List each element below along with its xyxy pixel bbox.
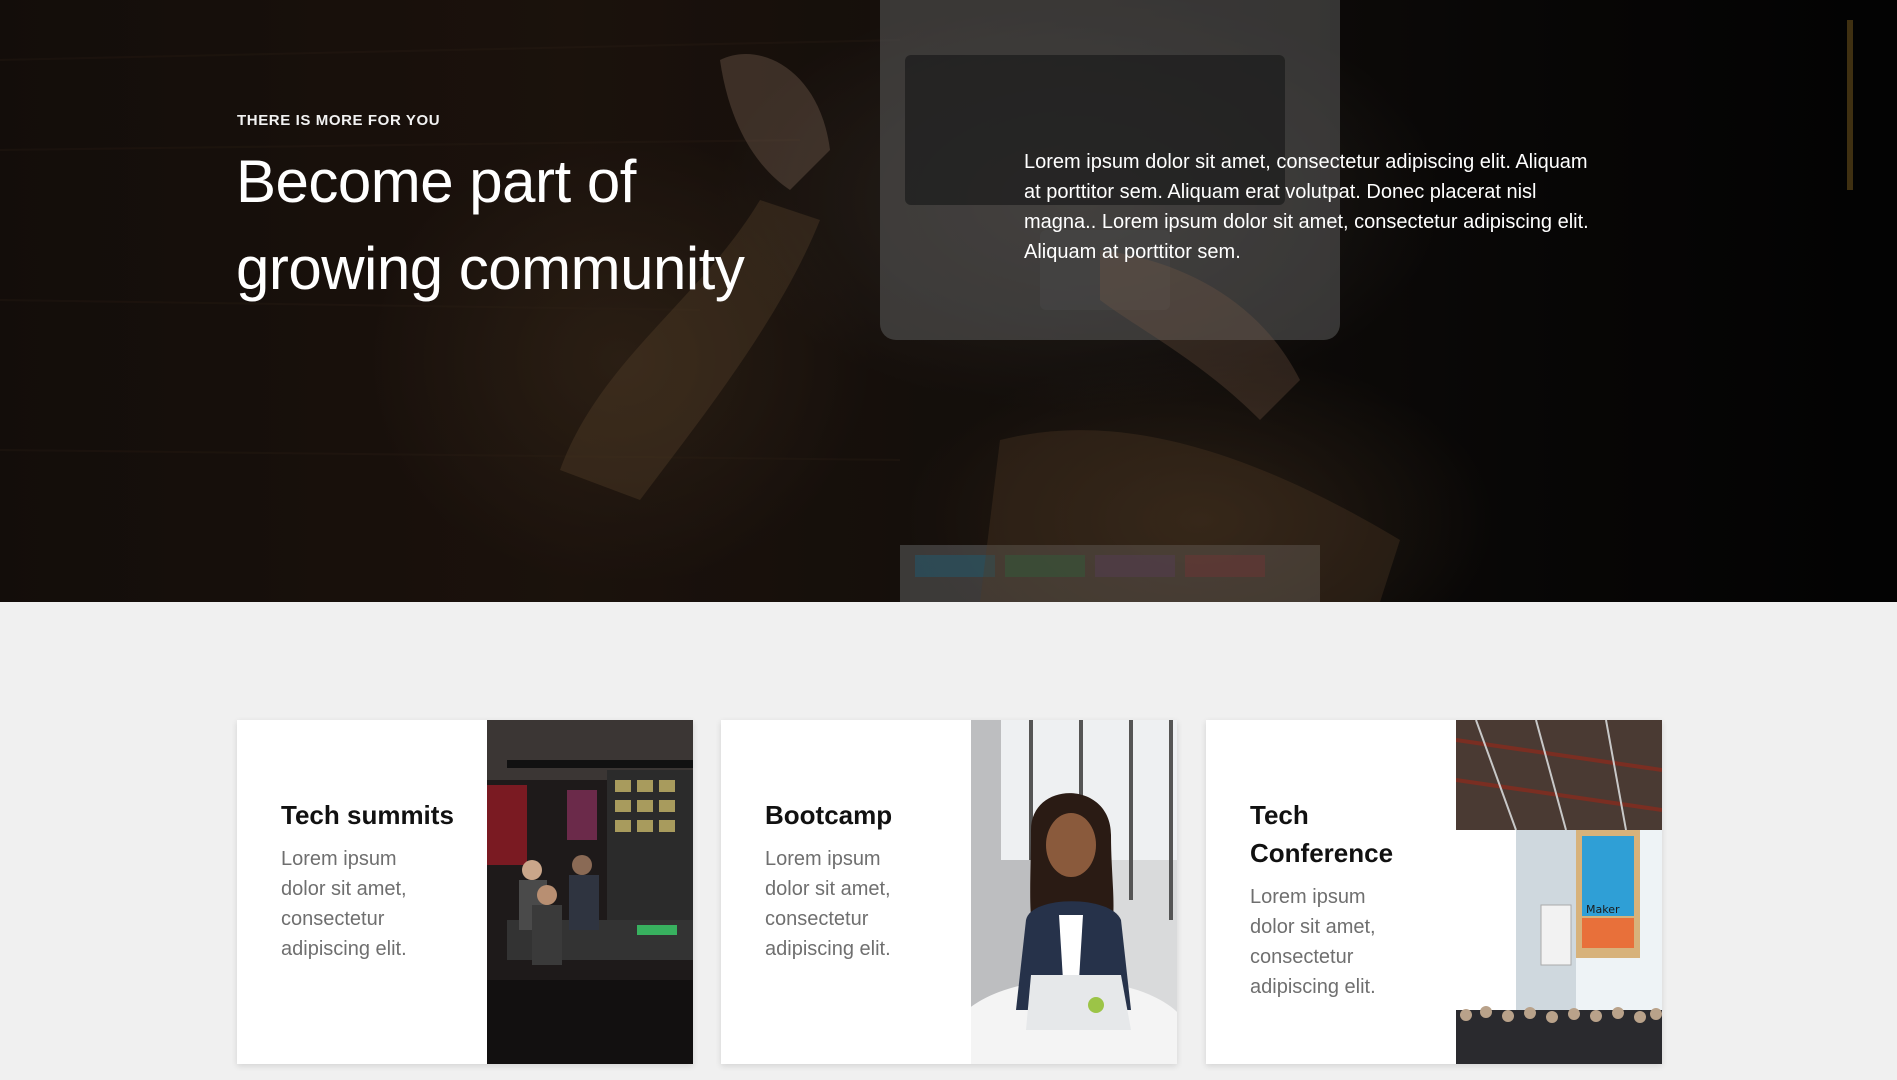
card-body: Tech Conference Lorem ipsum dolor sit am… bbox=[1250, 796, 1450, 1002]
card-bootcamp[interactable]: Bootcamp Lorem ipsum dolor sit amet, con… bbox=[721, 720, 1177, 1064]
card-photo-control-room bbox=[487, 720, 693, 1064]
card-text: Lorem ipsum dolor sit amet, consectetur … bbox=[281, 848, 407, 960]
card-body: Bootcamp Lorem ipsum dolor sit amet, con… bbox=[765, 796, 965, 964]
card-title: Tech Conference bbox=[1250, 800, 1394, 868]
card-body: Tech summits Lorem ipsum dolor sit amet,… bbox=[281, 796, 481, 964]
card-tech-conference[interactable]: Tech Conference Lorem ipsum dolor sit am… bbox=[1206, 720, 1662, 1064]
hero-eyebrow: THERE IS MORE FOR YOU bbox=[237, 112, 441, 129]
card-title: Bootcamp bbox=[765, 800, 893, 830]
card-text: Lorem ipsum dolor sit amet, consectetur … bbox=[765, 848, 891, 960]
card-photo-woman-laptop bbox=[971, 720, 1177, 1064]
card-photo-conference-hall: Maker bbox=[1456, 720, 1662, 1064]
card-tech-summits[interactable]: Tech summits Lorem ipsum dolor sit amet,… bbox=[237, 720, 693, 1064]
hero-title: Become part of growing community bbox=[236, 148, 745, 302]
card-text: Lorem ipsum dolor sit amet, consectetur … bbox=[1250, 886, 1376, 998]
card-title: Tech summits bbox=[281, 800, 454, 830]
sign-text: Maker bbox=[1586, 903, 1620, 916]
hero-section: THERE IS MORE FOR YOU Become part of gro… bbox=[0, 0, 1897, 602]
hero-description: Lorem ipsum dolor sit amet, consectetur … bbox=[1024, 151, 1589, 263]
